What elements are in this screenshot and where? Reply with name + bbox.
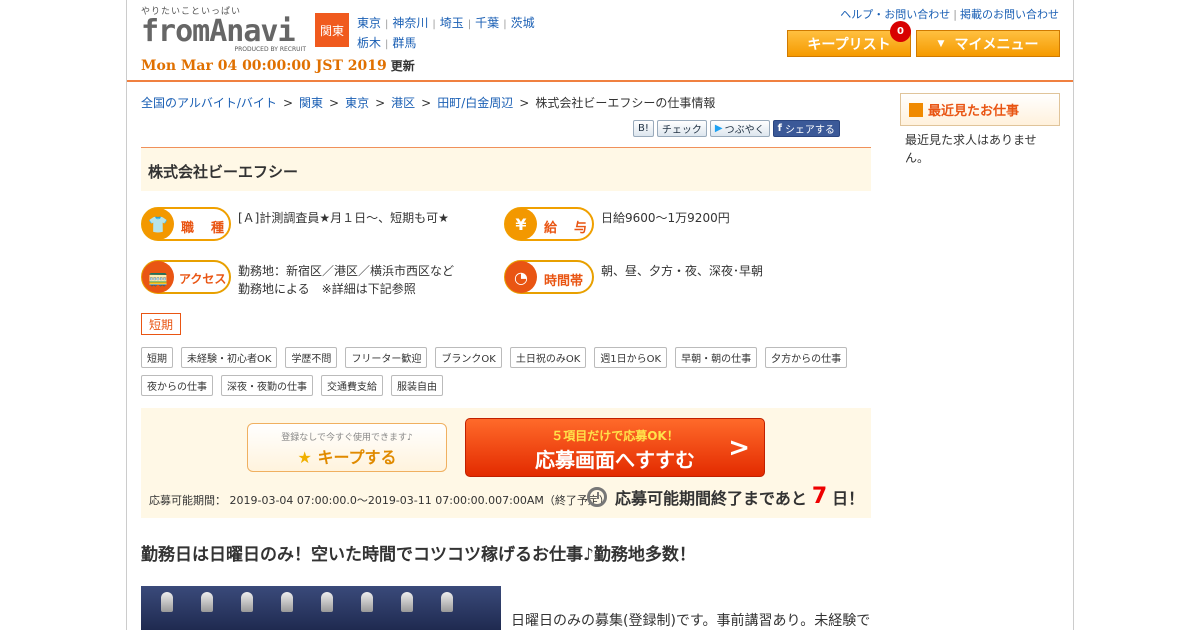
top-links: ヘルプ・お問い合わせ | 掲載のお問い合わせ [840,8,1059,21]
region-badge[interactable]: 関東 [315,13,349,47]
hatena-bookmark-button[interactable]: B! [633,120,654,137]
pref-link-tokyo[interactable]: 東京 [357,16,381,30]
mixi-check-button[interactable]: チェック [656,120,707,137]
breadcrumb-link[interactable]: 東京 [345,96,369,110]
clock-icon [587,486,607,507]
social-buttons: B! チェック ▶ つぶやく f シェアする [633,120,840,137]
recent-jobs-empty: 最近見た求人はありません。 [905,133,1037,165]
feature-chip[interactable]: フリーター歓迎 [345,347,428,368]
pref-link-ibaraki[interactable]: 茨城 [511,16,535,30]
job-type-label: 👕 職 種 [141,207,231,241]
job-photo [141,586,501,630]
breadcrumb-link[interactable]: 田町/白金周辺 [437,96,513,110]
facebook-icon: f [777,123,782,134]
facebook-share-button[interactable]: f シェアする [772,120,840,137]
document-icon [909,102,923,117]
clock-icon: ◔ [505,261,537,293]
apply-panel: 登録なしで今すぐ使用できます♪ ★ キープする ５項目だけで応募OK！ 応募画面… [141,408,871,518]
breadcrumb-current: 株式会社ビーエフシーの仕事情報 [535,96,716,110]
pref-link-chiba[interactable]: 千葉 [475,16,499,30]
feature-chip[interactable]: 学歴不問 [285,347,338,368]
feature-chip[interactable]: 交通費支給 [321,375,383,396]
chevron-down-icon: ▼ [937,38,945,49]
feature-chip[interactable]: 深夜・夜勤の仕事 [221,375,313,396]
feature-chip[interactable]: 土日祝のみOK [509,347,587,368]
time-slot-value: 朝、昼、夕方・夜、深夜･早朝 [601,264,764,278]
recent-jobs-title: 最近見たお仕事 [928,104,1020,119]
apply-button-sub: ５項目だけで応募OK！ [551,429,679,443]
feature-chip[interactable]: 早朝・朝の仕事 [675,347,758,368]
application-period: 応募可能期間： 2019-03-04 07:00:00.0～2019-03-11… [149,494,610,507]
feature-chip[interactable]: ブランクOK [435,347,502,368]
keep-button[interactable]: 登録なしで今すぐ使用できます♪ ★ キープする [247,423,447,472]
twitter-bird-icon: ▶ [714,123,723,134]
pref-link-gunma[interactable]: 群馬 [392,36,416,50]
apply-button-label: 応募画面へすすむ [535,448,695,472]
breadcrumb-link[interactable]: 関東 [299,96,323,110]
feature-chip[interactable]: 夜からの仕事 [141,375,213,396]
listing-inquiry-link[interactable]: 掲載のお問い合わせ [960,8,1059,21]
chevron-right-icon: > [728,433,750,463]
feature-chip[interactable]: 服装自由 [391,375,443,396]
breadcrumb-link[interactable]: 全国のアルバイト/バイト [141,96,277,110]
remaining-days-count: 7 [811,484,828,509]
help-link[interactable]: ヘルプ・お問い合わせ [840,8,950,21]
yen-icon: ¥ [505,208,537,240]
breadcrumb: 全国のアルバイト/バイト > 関東 > 東京 > 港区 > 田町/白金周辺 > 株式会社ビーエフシー… [141,96,716,110]
feature-chip[interactable]: 短期 [141,347,173,368]
pref-link-kanagawa[interactable]: 神奈川 [392,16,428,30]
pref-link-tochigi[interactable]: 栃木 [357,36,381,50]
breadcrumb-link[interactable]: 港区 [391,96,415,110]
company-name: 株式会社ビーエフシー [148,163,299,181]
updated-label: 更新 [390,59,415,73]
page: やりたいこといっぱい fromAnavi PRODUCED BY RECRUIT… [126,0,1074,630]
tweet-button[interactable]: ▶ つぶやく [709,120,770,137]
access-value: 勤務地：新宿区／港区／横浜市西区など 勤務地による ※詳細は下記参照 [238,264,455,296]
update-date: Mon Mar 04 00:00:00 JST 2019 更新 [141,58,415,74]
train-icon: 🚃 [142,261,174,293]
remaining-days: 応募可能期間終了まであと 7 日！ [587,484,864,509]
pay-label: ¥ 給 与 [504,207,594,241]
recent-jobs-header: 最近見たお仕事 [900,93,1060,126]
feature-chip[interactable]: 夕方からの仕事 [765,347,848,368]
keep-button-label: キープする [317,448,397,467]
shirt-icon: 👕 [142,208,174,240]
time-slot-label: ◔ 時間帯 [504,260,594,294]
my-menu-label: マイメニュー [954,36,1039,53]
feature-chips: 短期 未経験・初心者OK 学歴不問 フリーター歓迎 ブランクOK 土日祝のみOK… [141,347,871,396]
my-menu-button[interactable]: ▼ マイメニュー [916,30,1060,57]
prefecture-links: 東京 | 神奈川 | 埼玉 | 千葉 | 茨城 栃木 | 群馬 [357,16,535,50]
keep-count-badge: 0 [890,21,911,42]
job-description: 日曜日のみの募集(登録制)です。事前講習あり。未経験で [511,613,871,629]
star-icon: ★ [297,448,312,467]
pay-value: 日給9600～1万9200円 [601,211,730,225]
access-label: 🚃 アクセス [141,260,231,294]
keep-button-sub: 登録なしで今すぐ使用できます♪ [281,433,413,443]
company-bar: 株式会社ビーエフシー [141,147,871,191]
job-headline: 勤務日は日曜日のみ！空いた時間でコツコツ稼げるお仕事♪勤務地多数！ [141,545,696,565]
job-type-value: [Ａ]計測調査員★月１日～、短期も可★ [238,211,449,225]
term-tag: 短期 [141,313,182,335]
feature-chip[interactable]: 未経験・初心者OK [181,347,278,368]
site-header: やりたいこといっぱい fromAnavi PRODUCED BY RECRUIT… [127,0,1073,82]
logo[interactable]: やりたいこといっぱい fromAnavi PRODUCED BY RECRUIT [141,4,306,58]
pref-link-saitama[interactable]: 埼玉 [440,16,464,30]
logo-text: fromAnavi [141,14,296,49]
feature-chip[interactable]: 週1日からOK [594,347,668,368]
apply-button[interactable]: ５項目だけで応募OK！ 応募画面へすすむ > [465,418,765,477]
